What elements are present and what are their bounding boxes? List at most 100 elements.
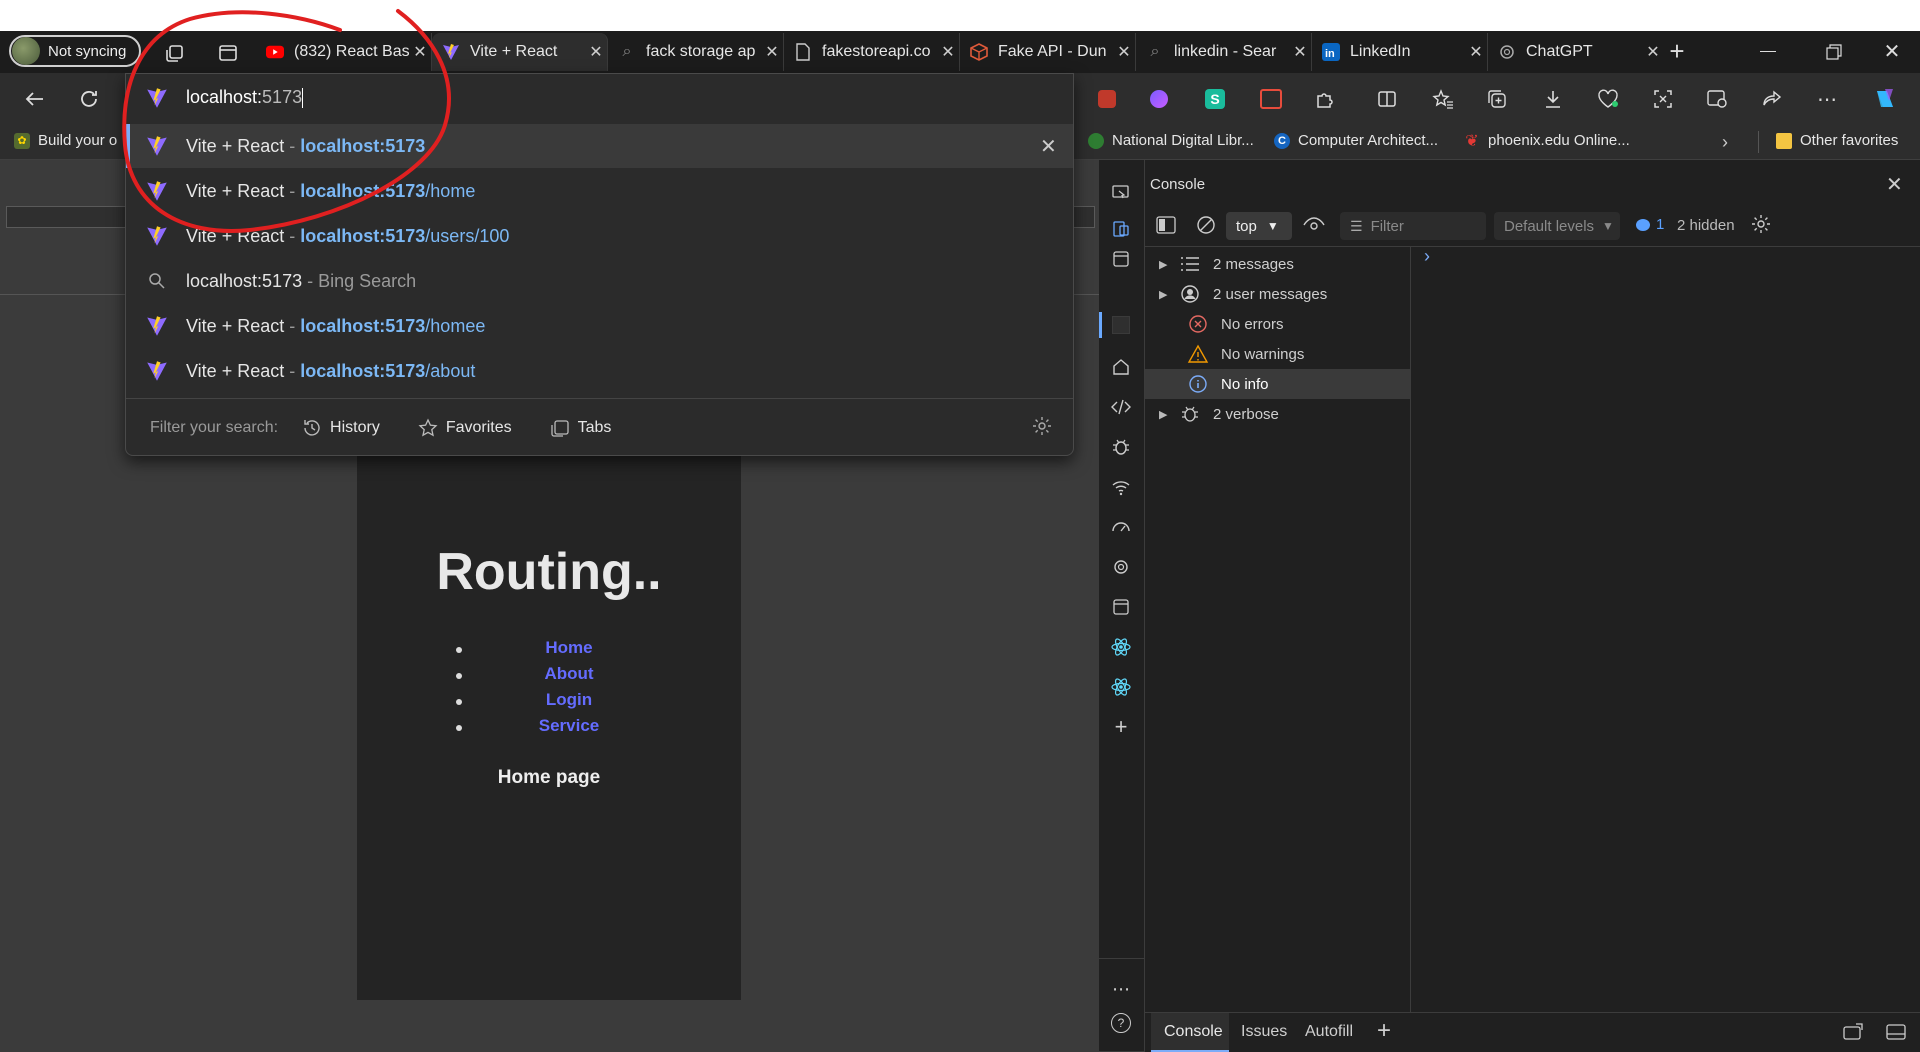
tab-fakestoreapi[interactable]: fakestoreapi.co ✕ — [784, 33, 960, 71]
screenshot-icon[interactable] — [1648, 84, 1678, 114]
sidebar-messages[interactable]: ▶ 2 messages — [1145, 249, 1410, 279]
network-wifi-icon[interactable] — [1106, 472, 1136, 502]
minimize-button[interactable] — [1760, 51, 1776, 52]
folder-icon — [1776, 132, 1792, 149]
red-annotation-circle — [122, 9, 451, 233]
live-expression-eye-icon[interactable] — [1302, 216, 1326, 234]
box-icon — [970, 43, 988, 61]
close-icon[interactable]: ✕ — [1289, 42, 1311, 62]
service-link[interactable]: Service — [357, 716, 781, 736]
dock-icon[interactable] — [1106, 244, 1136, 274]
share-icon[interactable] — [1757, 84, 1787, 114]
download-icon[interactable] — [1538, 84, 1568, 114]
application-icon[interactable] — [1106, 592, 1136, 622]
close-window-button[interactable]: ✕ — [1880, 39, 1904, 63]
console-tool-icon[interactable] — [1106, 310, 1136, 340]
console-prompt-chevron-icon[interactable]: › — [1424, 246, 1430, 267]
tab-fack-storage[interactable]: ⌕ fack storage ap ✕ — [608, 33, 784, 71]
login-link[interactable]: Login — [357, 690, 781, 710]
favorite-computer-architecture[interactable]: C Computer Architect... — [1274, 132, 1438, 149]
expand-arrow-icon[interactable]: ▶ — [1159, 408, 1173, 421]
filter-favorites[interactable]: Favorites — [418, 417, 512, 438]
svg-text:in: in — [1325, 48, 1335, 60]
back-arrow-icon[interactable] — [20, 84, 50, 114]
close-icon[interactable]: ✕ — [761, 42, 783, 62]
expand-arrow-icon[interactable]: ▶ — [1159, 288, 1173, 301]
help-icon[interactable]: ? — [1106, 1008, 1136, 1038]
about-link[interactable]: About — [357, 664, 781, 684]
issues-counter[interactable]: 1 — [1636, 216, 1664, 233]
bookmark-icon: ✿ — [14, 132, 30, 149]
vite-icon — [146, 315, 168, 337]
reading-view-icon[interactable] — [1702, 84, 1732, 114]
drawer-add-tab-icon[interactable]: + — [1377, 1017, 1391, 1045]
clear-console-icon[interactable] — [1196, 215, 1216, 235]
drawer-tab-autofill[interactable]: Autofill — [1305, 1023, 1353, 1041]
memory-chip-icon[interactable] — [1106, 552, 1136, 582]
drawer-tab-issues[interactable]: Issues — [1241, 1023, 1287, 1041]
dock-drawer-icon[interactable] — [1842, 1023, 1864, 1041]
dropdown-arrow-icon: ▼ — [1266, 219, 1279, 233]
sidebar-info[interactable]: No info — [1145, 369, 1410, 399]
console-settings-gear-icon[interactable] — [1750, 213, 1772, 235]
suggestion-item[interactable]: Vite + React - localhost:5173/about — [126, 349, 1073, 393]
copilot-icon[interactable] — [1870, 84, 1900, 114]
performance-gauge-icon[interactable] — [1106, 512, 1136, 542]
expand-arrow-icon[interactable]: ▶ — [1159, 258, 1173, 271]
tab-chatgpt[interactable]: ChatGPT ✕ — [1488, 33, 1664, 71]
close-icon[interactable]: ✕ — [1113, 42, 1135, 62]
favorite-national-digital-library[interactable]: National Digital Libr... — [1088, 132, 1254, 149]
sidebar-warnings[interactable]: No warnings — [1145, 339, 1410, 369]
close-drawer-icon[interactable] — [1885, 1023, 1907, 1041]
remove-suggestion-icon[interactable]: ✕ — [1040, 134, 1057, 159]
restore-button[interactable] — [1826, 44, 1842, 60]
tab-linkedin-search[interactable]: ⌕ linkedin - Sear ✕ — [1136, 33, 1312, 71]
extension-icon-s[interactable]: S — [1200, 84, 1230, 114]
tab-linkedin[interactable]: in LinkedIn ✕ — [1312, 33, 1488, 71]
collections-icon[interactable] — [1482, 84, 1512, 114]
browser-essentials-icon[interactable] — [1593, 84, 1623, 114]
nav-item-service: Service — [357, 716, 741, 742]
react-profiler-icon[interactable] — [1106, 672, 1136, 702]
console-filter-input[interactable]: ☰ Filter — [1340, 212, 1486, 240]
more-menu-icon[interactable]: ⋯ — [1812, 84, 1842, 114]
sidebar-verbose[interactable]: ▶ 2 verbose — [1145, 399, 1410, 429]
close-icon[interactable]: ✕ — [1642, 42, 1664, 62]
favorites-star-icon[interactable] — [1428, 84, 1458, 114]
welcome-home-icon[interactable] — [1106, 352, 1136, 382]
drawer-tabs: Console Issues Autofill + — [1145, 1012, 1920, 1052]
favorites-overflow-chevron-icon[interactable]: › — [1722, 132, 1728, 153]
close-icon[interactable]: ✕ — [1465, 42, 1487, 62]
extension-icon-red[interactable] — [1092, 84, 1122, 114]
tab-fake-api[interactable]: Fake API - Dun ✕ — [960, 33, 1136, 71]
favorite-phoenix-edu[interactable]: ❦ phoenix.edu Online... — [1464, 132, 1629, 150]
close-devtools-icon[interactable]: ✕ — [1886, 172, 1903, 197]
device-emulation-icon[interactable] — [1106, 178, 1136, 208]
suggestion-item[interactable]: Vite + React - localhost:5173/homee — [126, 304, 1073, 348]
close-icon[interactable]: ✕ — [585, 42, 607, 62]
split-screen-icon[interactable] — [1372, 84, 1402, 114]
home-link[interactable]: Home — [357, 638, 781, 658]
search-settings-gear-icon[interactable] — [1031, 415, 1053, 437]
warning-icon — [1187, 343, 1209, 365]
extension-icon-calendar[interactable] — [1256, 84, 1286, 114]
sidebar-user-messages[interactable]: ▶ 2 user messages — [1145, 279, 1410, 309]
elements-code-icon[interactable] — [1106, 392, 1136, 422]
new-tab-button[interactable]: + — [1664, 38, 1690, 65]
filter-history[interactable]: History — [302, 418, 380, 438]
more-tools-icon[interactable]: ⋯ — [1106, 974, 1136, 1004]
log-levels-dropdown[interactable]: Default levels ▼ — [1494, 212, 1620, 240]
inspect-icon[interactable] — [1106, 214, 1136, 244]
extensions-puzzle-icon[interactable] — [1310, 84, 1340, 114]
sidebar-toggle-icon[interactable] — [1156, 216, 1176, 234]
context-selector[interactable]: top ▼ — [1226, 212, 1292, 240]
add-tool-icon[interactable]: + — [1106, 712, 1136, 742]
sidebar-errors[interactable]: No errors — [1145, 309, 1410, 339]
other-favorites[interactable]: Other favorites — [1776, 132, 1898, 149]
sources-bug-icon[interactable] — [1106, 432, 1136, 462]
suggestion-item[interactable]: localhost:5173 - Bing Search — [126, 259, 1073, 303]
close-icon[interactable]: ✕ — [937, 42, 959, 62]
react-components-icon[interactable] — [1106, 632, 1136, 662]
extension-icon-purple[interactable] — [1144, 84, 1174, 114]
filter-tabs[interactable]: Tabs — [550, 418, 611, 438]
